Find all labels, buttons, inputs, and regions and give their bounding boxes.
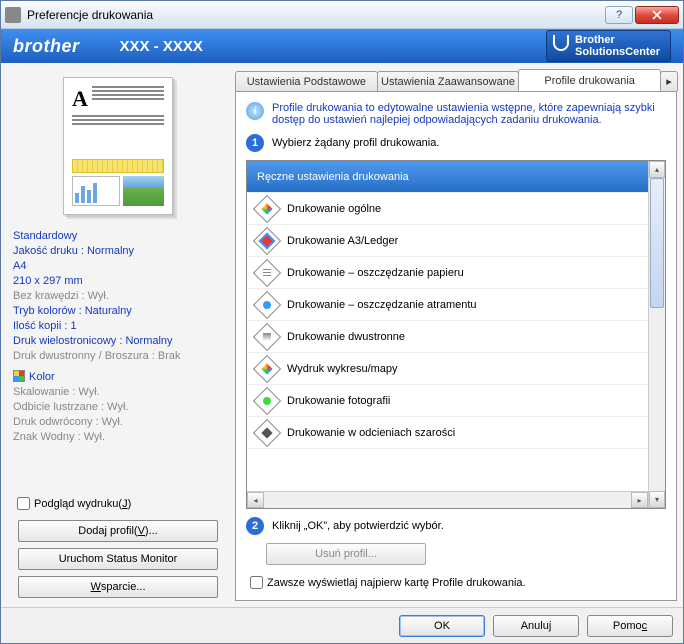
- sc-line1: Brother: [575, 34, 660, 46]
- profile-item-label: Drukowanie – oszczędzanie papieru: [287, 267, 464, 279]
- scroll-thumb[interactable]: [650, 178, 664, 308]
- brand-bar: brother XXX - XXXX Brother SolutionsCent…: [1, 29, 683, 63]
- profiles-panel: i Profile drukowania to edytowalne ustaw…: [235, 91, 677, 601]
- always-show-checkbox[interactable]: Zawsze wyświetlaj najpierw kartę Profile…: [246, 573, 666, 592]
- profile-item-a3[interactable]: Drukowanie A3/Ledger: [247, 225, 648, 257]
- info-text: Profile drukowania to edytowalne ustawie…: [272, 102, 666, 126]
- step-2: 2 Kliknij „OK”, aby potwierdzić wybór.: [246, 517, 666, 535]
- profile-general-icon: [253, 194, 281, 222]
- profile-item-photo[interactable]: Drukowanie fotografii: [247, 385, 648, 417]
- delete-profile-button[interactable]: Usuń profil...: [266, 543, 426, 565]
- tab-basic[interactable]: Ustawienia Podstawowe: [235, 71, 378, 91]
- setting-profile: Standardowy: [13, 229, 223, 244]
- scroll-up-icon[interactable]: ▴: [649, 161, 665, 178]
- setting-duplex: Druk dwustronny / Broszura : Brak: [13, 349, 223, 364]
- profile-item-label: Drukowanie fotografii: [287, 395, 390, 407]
- profile-item-label: Drukowanie ogólne: [287, 203, 381, 215]
- brand-logo: brother: [13, 36, 80, 57]
- profile-item-chart[interactable]: Wydruk wykresu/mapy: [247, 353, 648, 385]
- tab-scroll-right[interactable]: ▸: [660, 71, 678, 91]
- setting-color: Kolor: [13, 370, 223, 385]
- scroll-left-icon[interactable]: ◂: [247, 492, 264, 508]
- tab-bar: Ustawienia Podstawowe Ustawienia Zaawans…: [235, 69, 677, 91]
- support-button[interactable]: Wsparcie...: [18, 576, 218, 598]
- setting-papersize: A4: [13, 259, 223, 274]
- profile-item-inksave[interactable]: Drukowanie – oszczędzanie atramentu: [247, 289, 648, 321]
- tab-advanced[interactable]: Ustawienia Zaawansowane: [377, 71, 520, 91]
- profile-item-papersave[interactable]: Drukowanie – oszczędzanie papieru: [247, 257, 648, 289]
- info-row: i Profile drukowania to edytowalne ustaw…: [246, 102, 666, 126]
- preview-checkbox-label: Podgląd wydruku(J): [34, 498, 131, 510]
- setting-borderless: Bez krawędzi : Wył.: [13, 289, 223, 304]
- step-1-text: Wybierz żądany profil drukowania.: [272, 137, 439, 149]
- info-icon: i: [246, 102, 264, 120]
- sc-line2: SolutionsCenter: [575, 46, 660, 58]
- model-label: XXX - XXXX: [120, 38, 203, 55]
- profile-item-duplex[interactable]: Drukowanie dwustronne: [247, 321, 648, 353]
- left-column: A Standardowy Jakość druku : Normalny A4…: [7, 69, 229, 601]
- always-show-label: Zawsze wyświetlaj najpierw kartę Profile…: [267, 577, 526, 589]
- v-scrollbar[interactable]: ▴ ▾: [648, 161, 665, 508]
- profile-photo-icon: [253, 386, 281, 414]
- scroll-right-icon[interactable]: ▸: [631, 492, 648, 508]
- profile-item-label: Ręczne ustawienia drukowania: [257, 171, 409, 183]
- profile-a3-icon: [253, 226, 281, 254]
- profile-papersave-icon: [253, 258, 281, 286]
- right-column: Ustawienia Podstawowe Ustawienia Zaawans…: [235, 69, 677, 601]
- help-button-bottom[interactable]: Pomoc: [587, 615, 673, 637]
- setting-scaling: Skalowanie : Wył.: [13, 385, 223, 400]
- preview-checkbox-input[interactable]: [17, 497, 30, 510]
- color-icon: [13, 370, 25, 382]
- setting-multipage: Druk wielostronicowy : Normalny: [13, 334, 223, 349]
- profile-inksave-icon: [253, 290, 281, 318]
- step-1: 1 Wybierz żądany profil drukowania.: [246, 134, 666, 152]
- solutions-center-icon: [553, 35, 569, 51]
- print-preferences-window: Preferencje drukowania ? brother XXX - X…: [0, 0, 684, 644]
- profile-item-grayscale[interactable]: Drukowanie w odcieniach szarości: [247, 417, 648, 449]
- preview-page-icon: A: [63, 77, 173, 215]
- profile-duplex-icon: [253, 322, 281, 350]
- setting-reverse: Druk odwrócony : Wył.: [13, 415, 223, 430]
- preview-checkbox[interactable]: Podgląd wydruku(J): [13, 494, 223, 513]
- status-monitor-button[interactable]: Uruchom Status Monitor: [18, 548, 218, 570]
- setting-watermark: Znak Wodny : Wył.: [13, 430, 223, 445]
- profile-item-label: Wydruk wykresu/mapy: [287, 363, 398, 375]
- solutions-center-button[interactable]: Brother SolutionsCenter: [546, 30, 671, 62]
- profile-item-label: Drukowanie dwustronne: [287, 331, 405, 343]
- step-1-number: 1: [246, 134, 264, 152]
- bottom-bar: OK Anuluj Pomoc: [1, 607, 683, 643]
- close-icon: [652, 10, 662, 20]
- add-profile-button[interactable]: Dodaj profil(V)...: [18, 520, 218, 542]
- profile-list-container: Ręczne ustawienia drukowania Drukowanie …: [246, 160, 666, 509]
- profile-grayscale-icon: [253, 418, 281, 446]
- close-button[interactable]: [635, 6, 679, 24]
- profile-list[interactable]: Ręczne ustawienia drukowania Drukowanie …: [247, 161, 648, 491]
- always-show-checkbox-input[interactable]: [250, 576, 263, 589]
- profile-item-manual[interactable]: Ręczne ustawienia drukowania: [247, 161, 648, 193]
- setting-quality: Jakość druku : Normalny: [13, 244, 223, 259]
- profile-chart-icon: [253, 354, 281, 382]
- window-title: Preferencje drukowania: [27, 8, 603, 22]
- help-button[interactable]: ?: [605, 6, 633, 24]
- profile-item-label: Drukowanie – oszczędzanie atramentu: [287, 299, 477, 311]
- profile-item-label: Drukowanie A3/Ledger: [287, 235, 398, 247]
- page-preview: A: [53, 71, 183, 221]
- ok-button[interactable]: OK: [399, 615, 485, 637]
- scroll-down-icon[interactable]: ▾: [649, 491, 665, 508]
- settings-summary: Standardowy Jakość druku : Normalny A4 2…: [7, 229, 229, 490]
- step-2-text: Kliknij „OK”, aby potwierdzić wybór.: [272, 520, 444, 532]
- titlebar: Preferencje drukowania ?: [1, 1, 683, 29]
- step-2-number: 2: [246, 517, 264, 535]
- setting-mirror: Odbicie lustrzane : Wył.: [13, 400, 223, 415]
- setting-copies: Ilość kopii : 1: [13, 319, 223, 334]
- content-area: A Standardowy Jakość druku : Normalny A4…: [1, 63, 683, 607]
- cancel-button[interactable]: Anuluj: [493, 615, 579, 637]
- profile-item-general[interactable]: Drukowanie ogólne: [247, 193, 648, 225]
- h-scrollbar[interactable]: ◂ ▸: [247, 491, 648, 508]
- app-icon: [5, 7, 21, 23]
- tab-profiles[interactable]: Profile drukowania: [518, 69, 661, 91]
- profile-item-label: Drukowanie w odcieniach szarości: [287, 427, 455, 439]
- setting-dimensions: 210 x 297 mm: [13, 274, 223, 289]
- setting-colormode: Tryb kolorów : Naturalny: [13, 304, 223, 319]
